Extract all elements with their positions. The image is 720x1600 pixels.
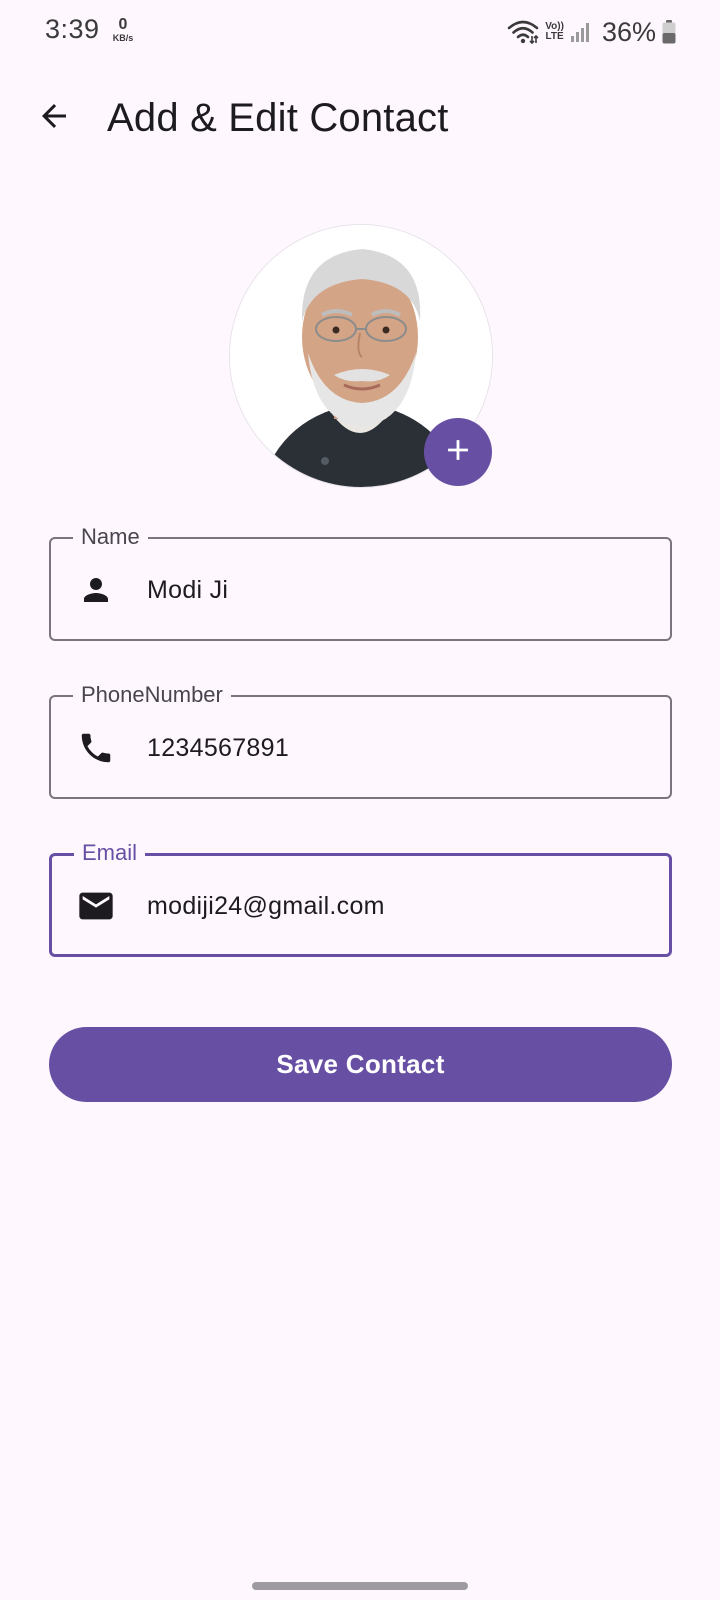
plus-icon [441,433,475,472]
phone-input[interactable] [147,725,637,771]
email-label: Email [74,838,146,868]
volte-indicator: Vo)) LTE [545,22,564,42]
battery-percentage: 36% [601,16,656,47]
email-input[interactable] [147,883,637,929]
battery-icon [662,20,676,44]
phone-field[interactable]: PhoneNumber [49,680,672,799]
status-time: 3:39 [45,14,100,44]
network-speed-value: 0 [118,16,128,33]
volte-bottom-text: LTE [545,31,564,42]
wifi-icon [507,19,539,45]
gesture-nav-handle[interactable] [252,1582,468,1590]
name-input[interactable] [147,567,637,613]
email-field[interactable]: Email [49,838,672,957]
add-edit-contact-screen: 3:39 0 KB/s Vo)) LTE 36% Add & Edit Cont… [0,0,720,1600]
back-button[interactable] [30,94,78,142]
save-contact-button[interactable]: Save Contact [49,1027,672,1102]
network-speed-unit: KB/s [112,33,134,43]
name-label: Name [73,522,148,552]
network-speed: 0 KB/s [108,17,138,43]
phone-label: PhoneNumber [73,680,231,710]
status-bar: 3:39 0 KB/s Vo)) LTE 36% [0,0,720,64]
add-photo-button[interactable] [424,418,492,486]
person-icon [75,569,117,611]
signal-icon [570,21,592,43]
status-icons: Vo)) LTE 36% [507,14,676,50]
page-title: Add & Edit Contact [107,96,449,140]
name-field[interactable]: Name [49,522,672,641]
arrow-back-icon [36,98,72,139]
mail-icon [75,885,117,927]
top-app-bar: Add & Edit Contact [0,72,720,168]
phone-icon [75,727,117,769]
